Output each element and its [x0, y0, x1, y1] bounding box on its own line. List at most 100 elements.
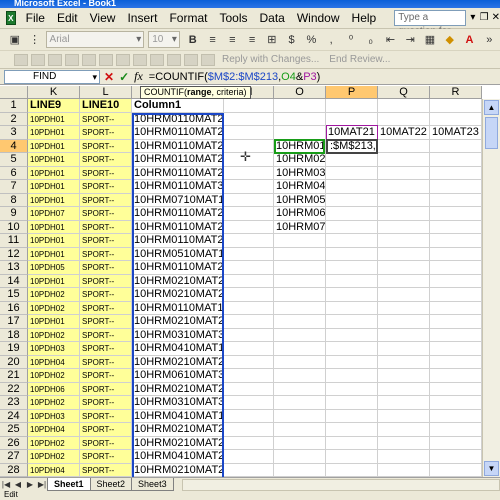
cell-n9[interactable] [224, 207, 274, 221]
cell-k15[interactable]: 10PDH02 [28, 288, 80, 302]
cell-l3[interactable]: SPORT-- [80, 126, 132, 140]
cell-o21[interactable] [274, 369, 326, 383]
cell-p23[interactable] [326, 396, 378, 410]
cell-l10[interactable]: SPORT-- [80, 220, 132, 234]
cell-o6[interactable]: 10HRM03 [274, 166, 326, 180]
cell-o3[interactable] [274, 126, 326, 140]
cell-r10[interactable] [430, 220, 482, 234]
menu-format[interactable]: Format [163, 11, 213, 25]
font-select[interactable]: Arial [45, 31, 145, 48]
cell-k17[interactable]: 10PDH01 [28, 315, 80, 329]
cell-o7[interactable]: 10HRM04 [274, 180, 326, 194]
cell-r20[interactable] [430, 355, 482, 369]
row-header[interactable]: 26 [0, 436, 28, 450]
cell-m17[interactable]: 10HRM0210MAT22 [132, 315, 224, 329]
align-left-icon[interactable]: ≡ [204, 31, 222, 49]
cell-l5[interactable]: SPORT-- [80, 153, 132, 167]
cell-m21[interactable]: 10HRM0610MAT31 [132, 369, 224, 383]
cell-n16[interactable] [224, 301, 274, 315]
col-header-l[interactable]: L [80, 86, 132, 99]
cell-m15[interactable]: 10HRM0210MAT22 [132, 288, 224, 302]
cell-k8[interactable]: 10PDH01 [28, 193, 80, 207]
currency-icon[interactable]: $ [283, 31, 301, 49]
toolbar-ghost-icon[interactable] [150, 53, 164, 66]
cell-q14[interactable] [378, 274, 430, 288]
restore-icon[interactable]: ❐ [480, 11, 489, 25]
cell-q24[interactable] [378, 409, 430, 423]
cell-m8[interactable]: 10HRM0710MAT11 [132, 193, 224, 207]
cell-k10[interactable]: 10PDH01 [28, 220, 80, 234]
cell-k22[interactable]: 10PDH06 [28, 382, 80, 396]
formula-input[interactable]: =COUNTIF($M$2:$M$213,O4&P3) [149, 71, 321, 83]
decrease-indent-icon[interactable]: ⇤ [382, 31, 400, 49]
cell-k23[interactable]: 10PDH02 [28, 396, 80, 410]
cell-q12[interactable] [378, 247, 430, 261]
cell-m18[interactable]: 10HRM0310MAT32 [132, 328, 224, 342]
select-all-corner[interactable] [0, 86, 28, 99]
cell-r15[interactable] [430, 288, 482, 302]
toolbar-ghost-icon[interactable] [31, 53, 45, 66]
cell-p14[interactable] [326, 274, 378, 288]
cell-n23[interactable] [224, 396, 274, 410]
row-header[interactable]: 25 [0, 423, 28, 437]
cell-r6[interactable] [430, 166, 482, 180]
cell-n11[interactable] [224, 234, 274, 248]
cell-m24[interactable]: 10HRM0410MAT12 [132, 409, 224, 423]
cell-m13[interactable]: 10HRM0110MAT21 [132, 261, 224, 275]
row-header[interactable]: 27 [0, 450, 28, 464]
cell-p28[interactable] [326, 463, 378, 477]
minimize-icon[interactable]: ▾ [469, 11, 477, 25]
cell-r16[interactable] [430, 301, 482, 315]
cell-p3[interactable]: 10MAT21 [326, 126, 378, 140]
cell-k21[interactable]: 10PDH02 [28, 369, 80, 383]
cell-r19[interactable] [430, 342, 482, 356]
cell-q28[interactable] [378, 463, 430, 477]
font-size-select[interactable]: 10 [148, 31, 180, 48]
cell-n27[interactable] [224, 450, 274, 464]
scroll-down-icon[interactable]: ▼ [484, 461, 499, 476]
cell-k18[interactable]: 10PDH02 [28, 328, 80, 342]
cell-r7[interactable] [430, 180, 482, 194]
close-icon[interactable]: ✕ [492, 11, 500, 25]
cell-l4[interactable]: SPORT-- [80, 139, 132, 153]
menu-data[interactable]: Data [253, 11, 290, 25]
row-header[interactable]: 17 [0, 315, 28, 329]
cell-q9[interactable] [378, 207, 430, 221]
row-header[interactable]: 20 [0, 355, 28, 369]
cell-m22[interactable]: 10HRM0210MAT22 [132, 382, 224, 396]
end-review-button[interactable]: End Review... [329, 54, 390, 65]
cell-k6[interactable]: 10PDH01 [28, 166, 80, 180]
cell-p8[interactable] [326, 193, 378, 207]
cell-r9[interactable] [430, 207, 482, 221]
active-cell-p4[interactable]: :$M$213,O [326, 139, 378, 154]
row-header[interactable]: 15 [0, 288, 28, 302]
row-header[interactable]: 5 [0, 153, 28, 167]
cell-q25[interactable] [378, 423, 430, 437]
cell-p24[interactable] [326, 409, 378, 423]
sheet-tab-1[interactable]: Sheet1 [47, 478, 91, 491]
cell-l22[interactable]: SPORT-- [80, 382, 132, 396]
cell-r11[interactable] [430, 234, 482, 248]
cell-q21[interactable] [378, 369, 430, 383]
ask-question-input[interactable]: Type a question for help [394, 10, 467, 51]
cell-p13[interactable] [326, 261, 378, 275]
horizontal-scrollbar[interactable] [181, 478, 500, 491]
cell-l2[interactable]: SPORT-- [80, 112, 132, 126]
cell-k13[interactable]: 10PDH05 [28, 261, 80, 275]
cell-m19[interactable]: 10HRM0410MAT12 [132, 342, 224, 356]
increase-indent-icon[interactable]: ⇥ [401, 31, 419, 49]
toolbar-ghost-icon[interactable] [99, 53, 113, 66]
cell-l12[interactable]: SPORT-- [80, 247, 132, 261]
row-header[interactable]: 12 [0, 247, 28, 261]
cell-r18[interactable] [430, 328, 482, 342]
prev-sheet-icon[interactable]: ◀ [12, 480, 24, 489]
cell-k7[interactable]: 10PDH01 [28, 180, 80, 194]
cell-n1[interactable] [224, 99, 274, 113]
cell-m1[interactable]: Column1 [132, 99, 224, 113]
row-header[interactable]: 21 [0, 369, 28, 383]
cell-o10[interactable]: 10HRM07 [274, 220, 326, 234]
cell-l17[interactable]: SPORT-- [80, 315, 132, 329]
cell-n28[interactable] [224, 463, 274, 477]
cell-q22[interactable] [378, 382, 430, 396]
cell-k4[interactable]: 10PDH01 [28, 139, 80, 153]
